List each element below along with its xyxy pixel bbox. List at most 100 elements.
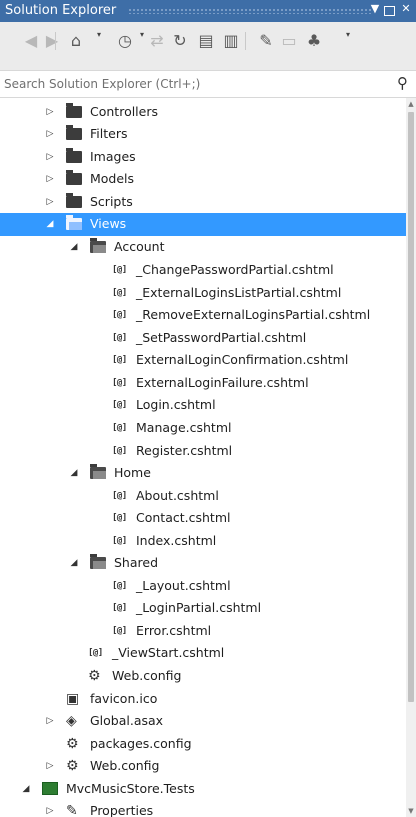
tree-item-manage-cshtml[interactable]: [@] Manage.cshtml [0, 417, 406, 440]
title-bar-grip[interactable] [128, 8, 372, 14]
global-asax-icon: ◈ [66, 713, 77, 729]
preview-icon[interactable]: ▭ [278, 29, 300, 53]
tree-item-label: Home [114, 465, 151, 480]
collapsed-arrow-icon[interactable]: ▷ [44, 172, 56, 186]
home-icon[interactable]: ⌂ [65, 29, 87, 53]
tree-item-index-cshtml[interactable]: [@] Index.cshtml [0, 530, 406, 553]
solution-tree: ▷ Controllers ▷ Filters ▷ Images ▷ Models ▷ Scrip… [0, 98, 406, 817]
config-file-icon: ⚙ [88, 668, 101, 684]
tree-item-label: packages.config [90, 736, 192, 751]
tree-item-register-cshtml[interactable]: [@] Register.cshtml [0, 440, 406, 463]
show-all-files-icon[interactable]: ▥ [220, 29, 242, 53]
forward-icon[interactable]: ▶ [41, 29, 63, 53]
tree-item-externalloginconfirmation-cshtml[interactable]: [@] ExternalLoginConfirmation.cshtml [0, 349, 406, 372]
tree-item-images[interactable]: ▷ Images [0, 146, 406, 169]
wrench-icon: ✎ [66, 803, 78, 817]
collapsed-arrow-icon[interactable]: ▷ [44, 195, 56, 209]
search-box: ⚲ [0, 70, 416, 98]
tree-item-filters[interactable]: ▷ Filters [0, 123, 406, 146]
tree-item-mvcmusicstore-tests[interactable]: ◢ MvcMusicStore.Tests [0, 778, 406, 801]
tree-item-label: Login.cshtml [136, 397, 216, 412]
toolbar-overflow-icon[interactable]: ▾ [346, 30, 350, 39]
expanded-arrow-icon[interactable]: ◢ [68, 556, 80, 570]
tree-item-error-cshtml[interactable]: [@] Error.cshtml [0, 620, 406, 643]
tree-item-controllers[interactable]: ▷ Controllers [0, 101, 406, 124]
expanded-arrow-icon[interactable]: ◢ [68, 240, 80, 254]
tree-item-account[interactable]: ◢ Account [0, 236, 406, 259]
tree-item-about-cshtml[interactable]: [@] About.cshtml [0, 485, 406, 508]
razor-file-icon: [@] [112, 626, 127, 636]
tree-item-label: Web.config [90, 758, 160, 773]
history-icon[interactable]: ◷ [114, 29, 136, 53]
tree-item-label: Register.cshtml [136, 443, 233, 458]
collapsed-arrow-icon[interactable]: ▷ [44, 150, 56, 164]
tree-item-layout-cshtml[interactable]: [@] _Layout.cshtml [0, 575, 406, 598]
scroll-up-icon[interactable]: ▲ [406, 100, 416, 108]
tree-item-models[interactable]: ▷ Models [0, 168, 406, 191]
tree-item-externalloginslistpartial-cshtml[interactable]: [@] _ExternalLoginsListPartial.cshtml [0, 282, 406, 305]
vertical-scrollbar[interactable]: ▲ ▼ [406, 98, 416, 817]
tree-item-views[interactable]: ◢ Views [0, 213, 406, 236]
razor-file-icon: [@] [112, 378, 127, 388]
tree-item-loginpartial-cshtml[interactable]: [@] _LoginPartial.cshtml [0, 597, 406, 620]
tree-item-label: Contact.cshtml [136, 510, 231, 525]
collapsed-arrow-icon[interactable]: ▷ [44, 127, 56, 141]
open-folder-icon [90, 238, 108, 255]
tree-item-contact-cshtml[interactable]: [@] Contact.cshtml [0, 507, 406, 530]
expanded-arrow-icon[interactable]: ◢ [68, 466, 80, 480]
collapse-all-icon[interactable]: ▤ [195, 29, 217, 53]
title-bar: Solution Explorer ▼ ✕ [0, 0, 416, 22]
back-icon[interactable]: ◀ [20, 29, 42, 53]
razor-file-icon: [@] [112, 513, 127, 523]
scroll-down-icon[interactable]: ▼ [406, 807, 416, 815]
collapsed-arrow-icon[interactable]: ▷ [44, 804, 56, 817]
folder-icon [66, 103, 84, 120]
tree-item-label: _LoginPartial.cshtml [136, 600, 262, 615]
collapsed-arrow-icon[interactable]: ▷ [44, 714, 56, 728]
tree-item-label: favicon.ico [90, 691, 158, 706]
tree-item-packages-config[interactable]: ⚙ packages.config [0, 733, 406, 756]
folder-icon [66, 193, 84, 210]
search-icon[interactable]: ⚲ [397, 74, 408, 92]
tree-item-global-asax[interactable]: ▷ ◈ Global.asax [0, 710, 406, 733]
class-diagram-icon[interactable]: ♣ [303, 29, 325, 53]
sync-dropdown-icon[interactable]: ▾ [140, 30, 144, 39]
properties-wrench-icon[interactable]: ✎ [255, 29, 277, 53]
toolbar-separator [55, 32, 56, 50]
tree-item-web-config[interactable]: ⚙ Web.config [0, 665, 406, 688]
sync-icon[interactable]: ⇄ [146, 29, 168, 53]
close-icon[interactable]: ✕ [399, 2, 413, 15]
razor-file-icon: [@] [112, 400, 127, 410]
history-dropdown-icon[interactable]: ▾ [97, 30, 101, 39]
open-folder-icon [90, 464, 108, 481]
tree-item-shared[interactable]: ◢ Shared [0, 552, 406, 575]
toolbar: ◀ ▶ ⌂ ◷ ⇄ ↻ ▤ ▥ ✎ ▭ ♣ ▾ ▾ ▾ [0, 22, 416, 70]
tree-item-removeexternalloginspartial-cshtml[interactable]: [@] _RemoveExternalLoginsPartial.cshtml [0, 304, 406, 327]
tree-item-label: Global.asax [90, 713, 164, 728]
expanded-arrow-icon[interactable]: ◢ [20, 782, 32, 796]
tree-item-label: _Layout.cshtml [136, 578, 231, 593]
razor-file-icon: [@] [112, 355, 127, 365]
expanded-arrow-icon[interactable]: ◢ [44, 217, 56, 231]
tree-item-home[interactable]: ◢ Home [0, 462, 406, 485]
razor-file-icon: [@] [112, 536, 127, 546]
tree-item-setpasswordpartial-cshtml[interactable]: [@] _SetPasswordPartial.cshtml [0, 327, 406, 350]
config-file-icon: ⚙ [66, 758, 79, 774]
tree-item-externalloginfailure-cshtml[interactable]: [@] ExternalLoginFailure.cshtml [0, 372, 406, 395]
collapsed-arrow-icon[interactable]: ▷ [44, 105, 56, 119]
tree-item-scripts[interactable]: ▷ Scripts [0, 191, 406, 214]
tree-item-changepasswordpartial-cshtml[interactable]: [@] _ChangePasswordPartial.cshtml [0, 259, 406, 282]
tree-item-properties[interactable]: ▷ ✎ Properties [0, 800, 406, 817]
tree-item-web-config[interactable]: ▷ ⚙ Web.config [0, 755, 406, 778]
window-position-dropdown-icon[interactable]: ▼ [368, 2, 382, 15]
tree-item-favicon-ico[interactable]: ▣ favicon.ico [0, 688, 406, 711]
tree-item-login-cshtml[interactable]: [@] Login.cshtml [0, 394, 406, 417]
scrollbar-thumb[interactable] [408, 112, 414, 702]
tree-item-viewstart-cshtml[interactable]: [@] _ViewStart.cshtml [0, 642, 406, 665]
auto-hide-icon[interactable] [384, 6, 395, 16]
search-input[interactable] [4, 75, 384, 93]
refresh-icon[interactable]: ↻ [169, 29, 191, 53]
tree-item-label: Properties [90, 803, 154, 817]
folder-icon [66, 148, 84, 165]
collapsed-arrow-icon[interactable]: ▷ [44, 759, 56, 773]
